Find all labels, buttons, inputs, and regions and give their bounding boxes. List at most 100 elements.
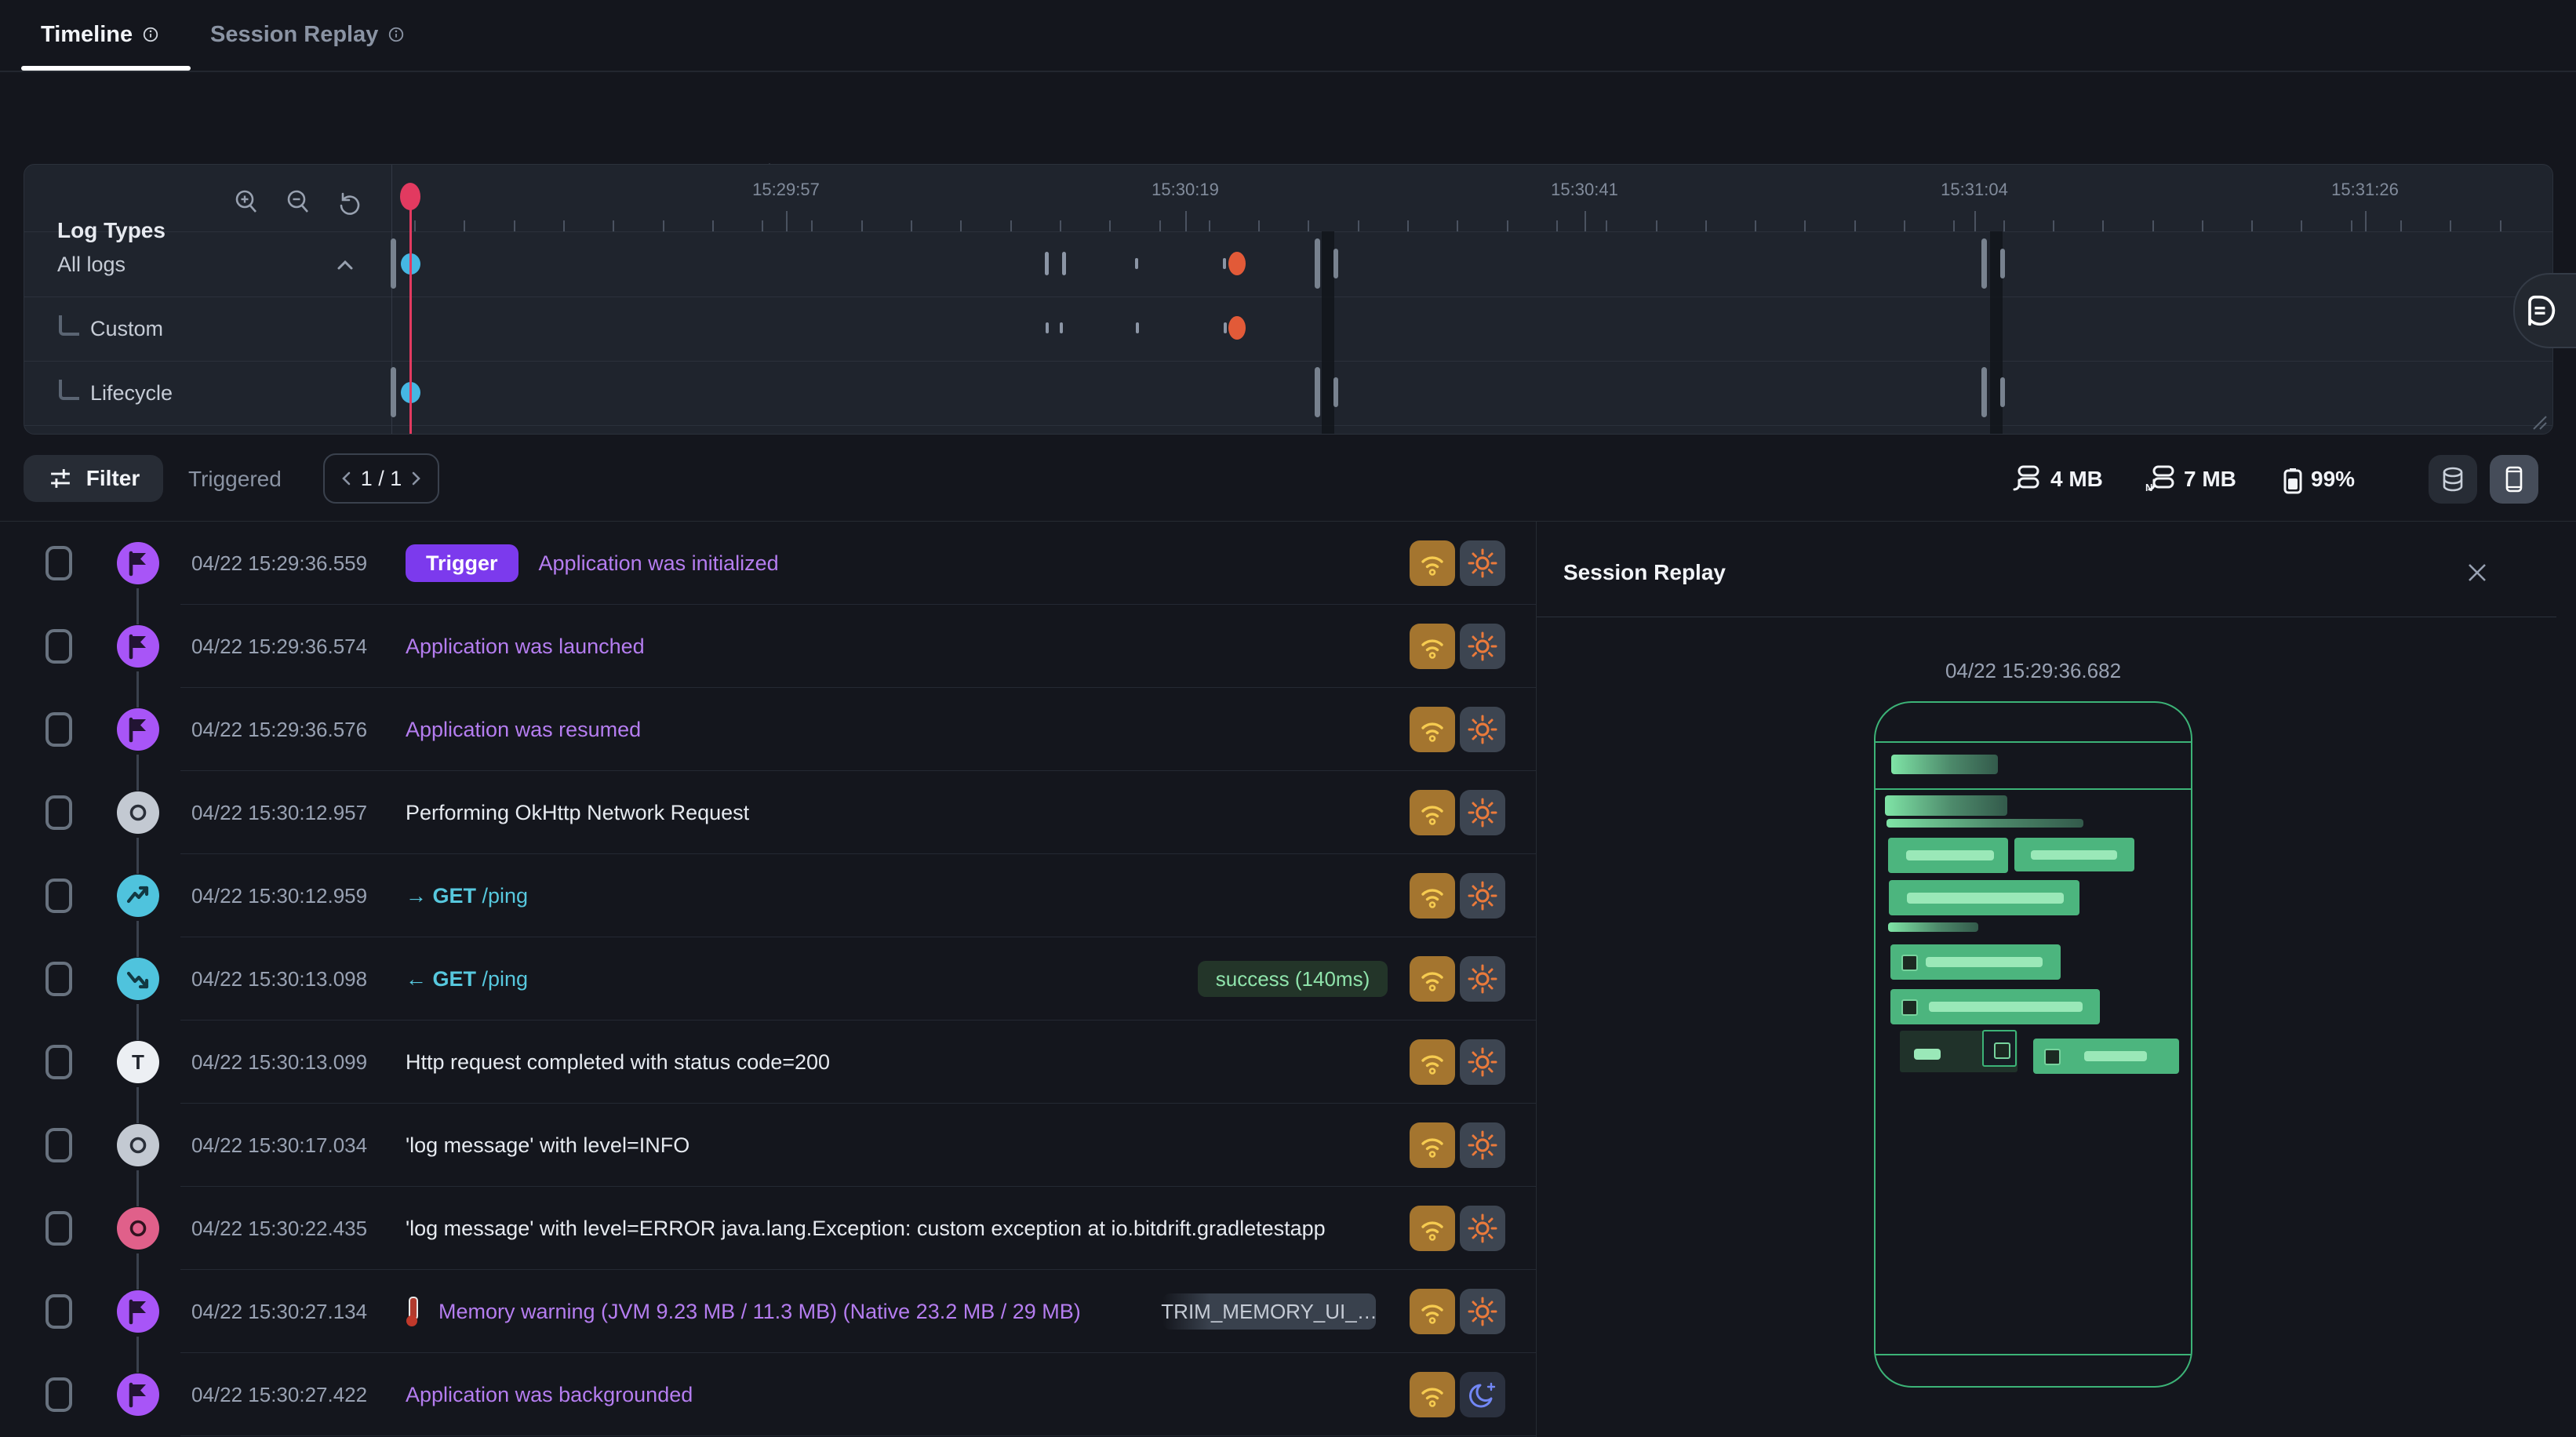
- axis-minor-tick: [2301, 220, 2302, 231]
- zoom-in-icon[interactable]: [231, 187, 263, 218]
- tab-session-replay[interactable]: Session Replay: [210, 0, 405, 69]
- log-timestamp: 04/22 15:30:17.034: [191, 1133, 367, 1158]
- sun-button[interactable]: [1460, 1206, 1505, 1251]
- wireframe-element: [1888, 838, 2008, 873]
- row-checkbox[interactable]: [45, 1211, 72, 1246]
- wireframe-inner-bar: [1914, 1049, 1941, 1060]
- timeline-event-mark-bar-tall: [391, 238, 396, 289]
- sun-button[interactable]: [1460, 790, 1505, 835]
- axis-minor-tick: [613, 220, 614, 231]
- log-row[interactable]: 04/22 15:30:12.959 → GET /ping: [0, 854, 1536, 937]
- axis-minor-tick: [1258, 220, 1260, 231]
- log-message: Application was backgrounded: [406, 1383, 693, 1407]
- log-timestamp: 04/22 15:30:27.422: [191, 1383, 367, 1407]
- wifi-button[interactable]: [1410, 540, 1455, 586]
- log-row[interactable]: 04/22 15:29:36.574 Application was launc…: [0, 605, 1536, 688]
- sun-button[interactable]: [1460, 1039, 1505, 1085]
- wifi-button[interactable]: [1410, 790, 1455, 835]
- timeline-event-mark-dot-red: [1228, 316, 1246, 340]
- row-checkbox[interactable]: [45, 962, 72, 996]
- axis-minor-tick: [1953, 220, 1955, 231]
- device-view-toggle[interactable]: [2490, 455, 2538, 504]
- storage-view-toggle[interactable]: [2429, 455, 2477, 504]
- chevron-up-icon[interactable]: [335, 256, 355, 276]
- axis-minor-tick: [2251, 220, 2253, 231]
- wifi-button[interactable]: [1410, 873, 1455, 919]
- wifi-button[interactable]: [1410, 1039, 1455, 1085]
- tab-timeline[interactable]: Timeline: [41, 0, 159, 69]
- wifi-button[interactable]: [1410, 1289, 1455, 1334]
- wifi-button[interactable]: [1410, 1372, 1455, 1417]
- log-row[interactable]: 04/22 15:30:22.435 'log message' with le…: [0, 1187, 1536, 1270]
- status-badge: success (140ms): [1198, 961, 1388, 997]
- log-message: Application was launched: [406, 635, 645, 659]
- row-checkbox[interactable]: [45, 1294, 72, 1329]
- prev-page-button[interactable]: [339, 471, 355, 486]
- sun-button[interactable]: [1460, 956, 1505, 1002]
- sun-button[interactable]: [1460, 624, 1505, 669]
- divider: [24, 361, 2552, 362]
- sun-button[interactable]: [1460, 707, 1505, 752]
- row-checkbox[interactable]: [45, 1045, 72, 1079]
- trigger-pagination: 1 / 1: [323, 453, 439, 504]
- feedback-chat-button[interactable]: [2513, 273, 2576, 348]
- tab-bar: Timeline Session Replay: [0, 0, 2576, 72]
- log-row[interactable]: T 04/22 15:30:13.099 Http request comple…: [0, 1020, 1536, 1104]
- log-type-icon: [117, 1373, 159, 1416]
- log-row[interactable]: 04/22 15:29:36.559 Trigger Application w…: [0, 522, 1536, 605]
- timeline-event-mark-bar-tall: [1981, 367, 1987, 417]
- log-message: 'log message' with level=INFO: [406, 1133, 689, 1158]
- wifi-button[interactable]: [1410, 956, 1455, 1002]
- log-row[interactable]: 04/22 15:30:13.098 ← GET /ping success (…: [0, 937, 1536, 1020]
- axis-tick-label: 15:29:57: [752, 180, 820, 200]
- axis-major-tick: [1185, 211, 1187, 231]
- axis-minor-tick: [2450, 220, 2451, 231]
- row-checkbox[interactable]: [45, 546, 72, 580]
- reset-zoom-icon[interactable]: [333, 187, 365, 218]
- log-row[interactable]: 04/22 15:30:27.422 Application was backg…: [0, 1353, 1536, 1436]
- row-checkbox[interactable]: [45, 712, 72, 747]
- wireframe-element: [1890, 944, 2061, 980]
- row-checkbox[interactable]: [45, 1377, 72, 1412]
- axis-minor-tick: [1556, 220, 1558, 231]
- sun-button[interactable]: [1460, 1122, 1505, 1168]
- close-icon[interactable]: [2463, 558, 2491, 587]
- row-checkbox[interactable]: [45, 879, 72, 913]
- axis-minor-tick: [762, 220, 763, 231]
- log-row[interactable]: 04/22 15:30:12.957 Performing OkHttp Net…: [0, 771, 1536, 854]
- row-checkbox[interactable]: [45, 629, 72, 664]
- log-row[interactable]: 04/22 15:30:17.034 'log message' with le…: [0, 1104, 1536, 1187]
- wifi-button[interactable]: [1410, 1122, 1455, 1168]
- axis-minor-tick: [1705, 220, 1707, 231]
- playhead-marker: [400, 183, 420, 210]
- sun-button[interactable]: [1460, 540, 1505, 586]
- tab-timeline-label: Timeline: [41, 22, 133, 48]
- row-checkbox[interactable]: [45, 1128, 72, 1162]
- row-label: All logs: [57, 253, 126, 277]
- row-checkbox[interactable]: [45, 795, 72, 830]
- wifi-button[interactable]: [1410, 1206, 1455, 1251]
- timeline-event-mark-tick-sm: [1046, 322, 1049, 333]
- zoom-out-icon[interactable]: [283, 187, 315, 218]
- sun-button[interactable]: [1460, 1289, 1505, 1334]
- log-message: ← GET /ping: [406, 967, 528, 991]
- next-page-button[interactable]: [408, 471, 424, 486]
- log-timestamp: 04/22 15:29:36.574: [191, 635, 367, 659]
- axis-tick-label: 15:30:19: [1152, 180, 1219, 200]
- wifi-button[interactable]: [1410, 707, 1455, 752]
- log-row[interactable]: 04/22 15:30:27.134 Memory warning (JVM 9…: [0, 1270, 1536, 1353]
- wireframe-icon-square: [1994, 1042, 2010, 1059]
- axis-minor-tick: [1010, 220, 1012, 231]
- timeline-event-mark-tick-sm: [1135, 258, 1138, 269]
- moon-button[interactable]: [1460, 1372, 1505, 1417]
- resize-handle[interactable]: [2531, 413, 2548, 431]
- log-type-icon: [117, 1124, 159, 1166]
- wifi-button[interactable]: [1410, 624, 1455, 669]
- chat-bubble-icon: [2520, 290, 2560, 331]
- log-row[interactable]: 04/22 15:29:36.576 Application was resum…: [0, 688, 1536, 771]
- axis-tick-label: 15:31:04: [1941, 180, 2008, 200]
- log-timestamp: 04/22 15:30:12.957: [191, 801, 367, 825]
- axis-minor-tick: [2400, 220, 2402, 231]
- filter-button[interactable]: Filter: [24, 455, 163, 502]
- sun-button[interactable]: [1460, 873, 1505, 919]
